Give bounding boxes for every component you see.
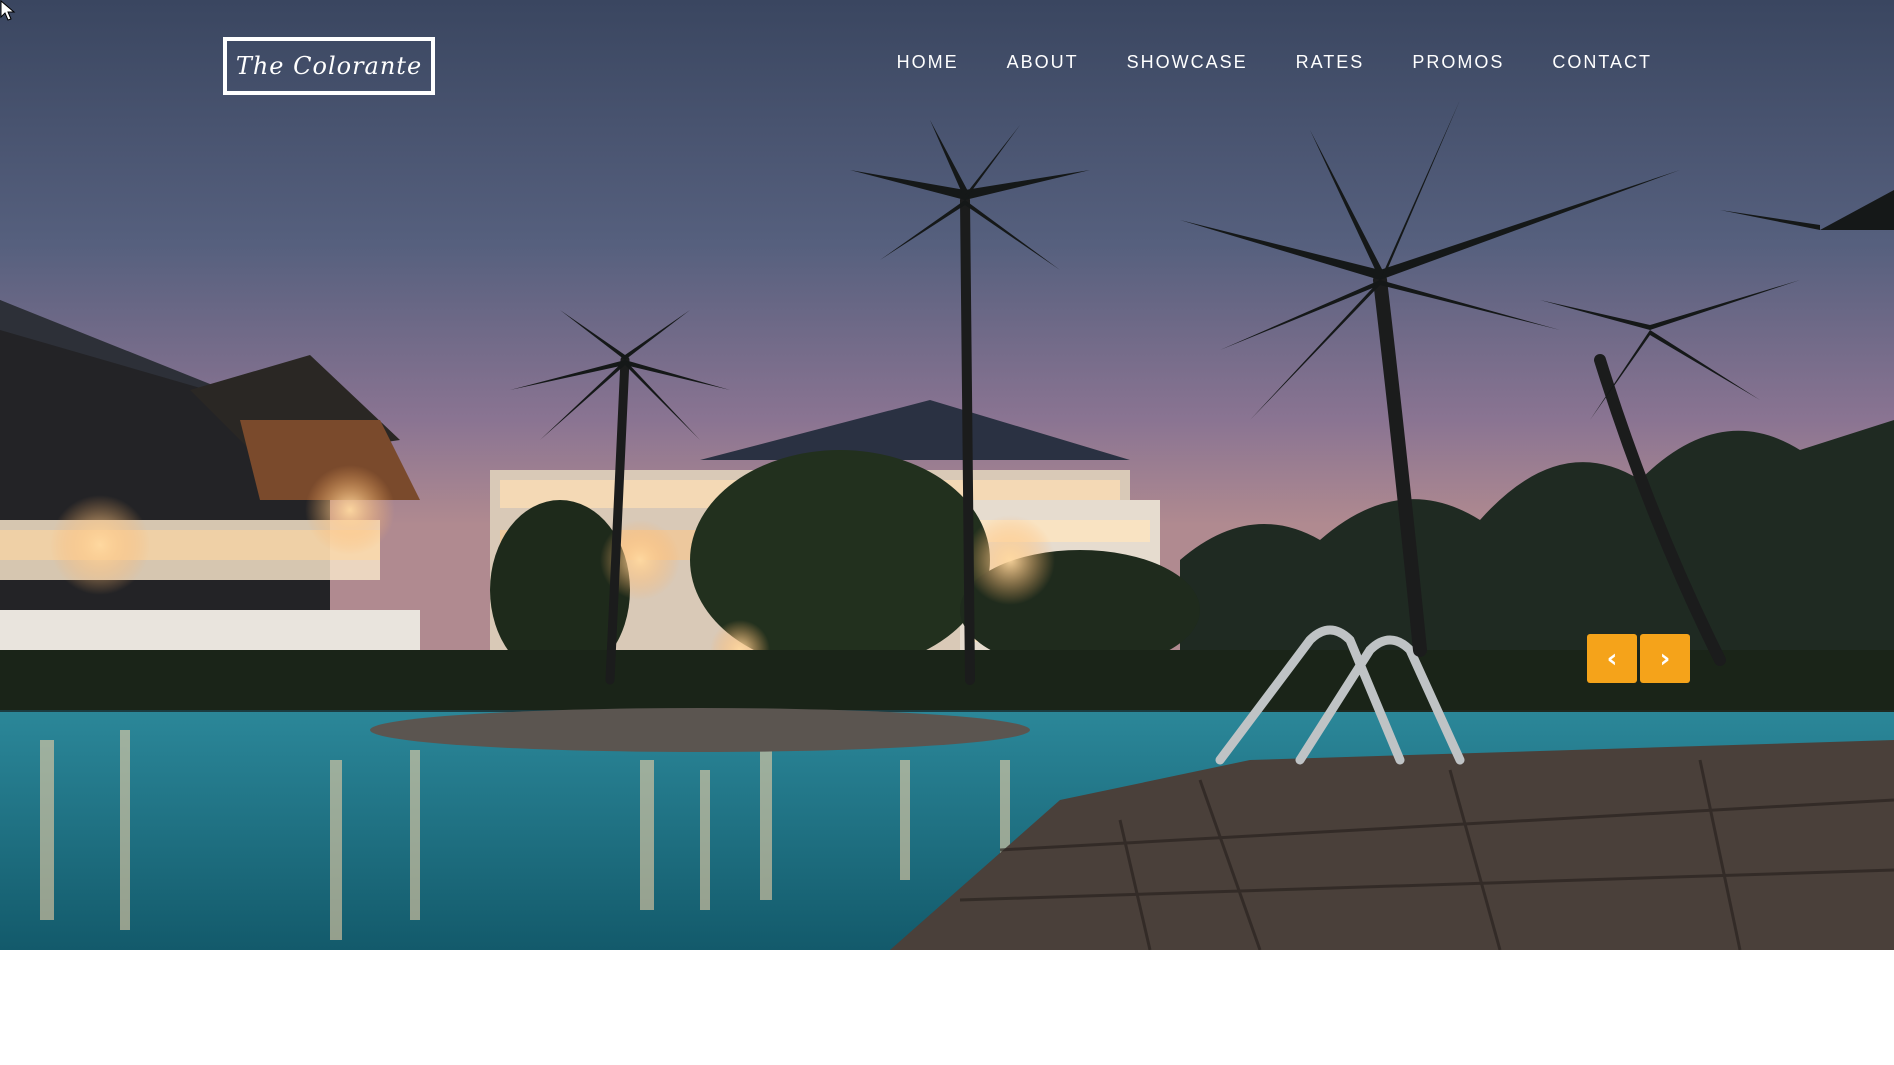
- nav-item-rates[interactable]: RATES: [1296, 52, 1365, 73]
- hero-slider: The Colorante HOME ABOUT SHOWCASE RATES …: [0, 0, 1894, 950]
- nav-item-home[interactable]: HOME: [897, 52, 959, 73]
- main-nav: HOME ABOUT SHOWCASE RATES PROMOS CONTACT: [849, 52, 1652, 73]
- nav-item-contact[interactable]: CONTACT: [1552, 52, 1652, 73]
- slider-prev-button[interactable]: ‹: [1587, 634, 1637, 683]
- chevron-left-icon: ‹: [1606, 643, 1618, 674]
- nav-item-about[interactable]: ABOUT: [1007, 52, 1079, 73]
- nav-item-showcase[interactable]: SHOWCASE: [1127, 52, 1248, 73]
- nav-item-promos[interactable]: PROMOS: [1412, 52, 1504, 73]
- hero-image: [0, 0, 1894, 950]
- content-area: [0, 950, 1894, 1065]
- slider-controls: ‹ ›: [1587, 634, 1690, 683]
- logo-text: The Colorante: [235, 52, 423, 80]
- site-logo[interactable]: The Colorante: [223, 37, 435, 95]
- chevron-right-icon: ›: [1659, 643, 1671, 674]
- slider-next-button[interactable]: ›: [1640, 634, 1690, 683]
- mouse-cursor-icon: [0, 0, 16, 21]
